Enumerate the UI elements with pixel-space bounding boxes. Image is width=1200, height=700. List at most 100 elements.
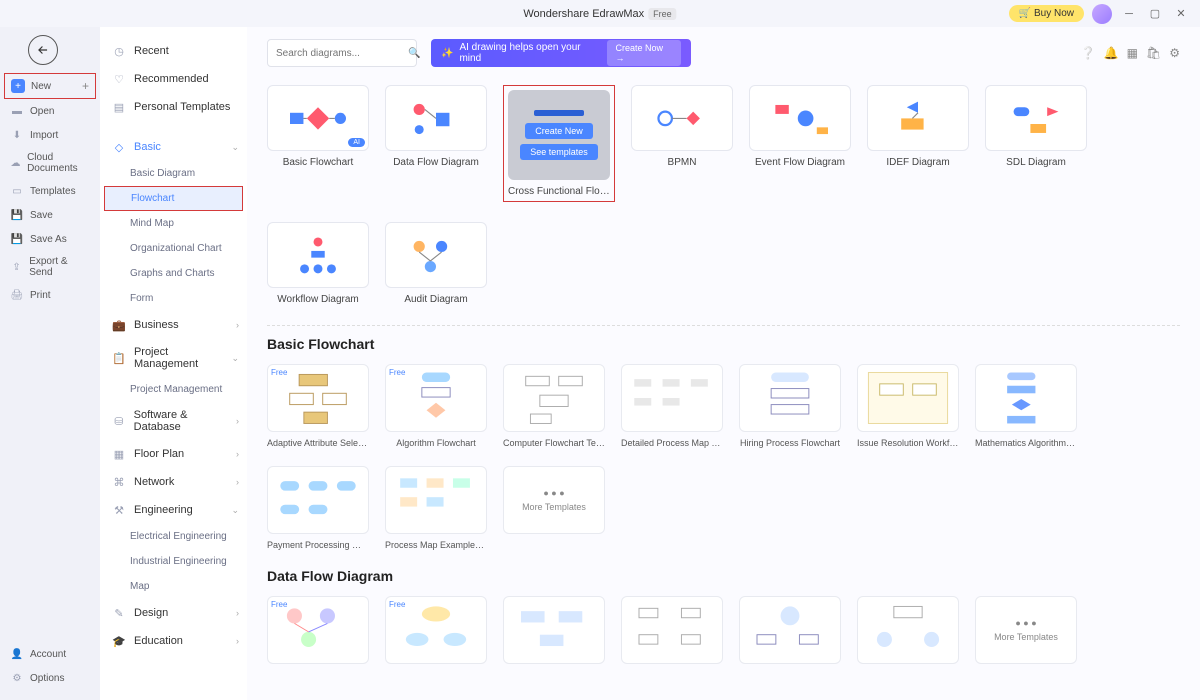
import-icon: ⬇ xyxy=(10,128,24,142)
settings-icon[interactable]: ⚙ xyxy=(1169,46,1180,60)
personal-templates-item[interactable]: ▤Personal Templates xyxy=(100,93,247,121)
floorplan-category[interactable]: ▦Floor Plan› xyxy=(100,440,247,468)
card-label: Basic Flowchart xyxy=(267,157,369,168)
recent-item[interactable]: ◷Recent xyxy=(100,37,247,65)
export-button[interactable]: ⇪Export & Send xyxy=(0,251,100,283)
basic-category[interactable]: ◇Basic⌄ xyxy=(100,133,247,161)
basic-flowchart-card[interactable]: AI Basic Flowchart xyxy=(267,85,369,202)
education-category[interactable]: 🎓Education› xyxy=(100,627,247,655)
workflow-card[interactable]: Workflow Diagram xyxy=(267,222,369,305)
import-button[interactable]: ⬇Import xyxy=(0,123,100,147)
personal-label: Personal Templates xyxy=(134,101,230,113)
template-card[interactable]: Issue Resolution Workflow ... xyxy=(857,364,959,448)
template-card[interactable] xyxy=(739,596,841,670)
basic-diagram-item[interactable]: Basic Diagram xyxy=(100,161,247,186)
sparkle-icon: ✨ xyxy=(441,48,453,59)
template-card[interactable]: Free xyxy=(267,596,369,670)
grid-icon[interactable]: ▦ xyxy=(1127,46,1138,60)
dots-icon: ● ● ● xyxy=(1015,618,1036,628)
like-icon: ♡ xyxy=(112,72,126,86)
minimize-button[interactable]: ─ xyxy=(1120,5,1138,23)
cross-functional-card[interactable]: Create New See templates Cross Functiona… xyxy=(503,85,615,202)
pm-sub-item[interactable]: Project Management xyxy=(100,377,247,402)
template-card[interactable]: Computer Flowchart Temp... xyxy=(503,364,605,448)
tpl-label: Computer Flowchart Temp... xyxy=(503,438,605,448)
create-new-button[interactable]: Create New xyxy=(525,123,593,139)
help-icon[interactable]: ❔ xyxy=(1081,46,1096,60)
template-card[interactable] xyxy=(857,596,959,670)
graphs-item[interactable]: Graphs and Charts xyxy=(100,261,247,286)
template-card[interactable]: Detailed Process Map Tem... xyxy=(621,364,723,448)
event-flow-card[interactable]: Event Flow Diagram xyxy=(749,85,851,202)
tpl-label: Process Map Examples Te... xyxy=(385,540,487,550)
template-card[interactable]: Payment Processing Workf... xyxy=(267,466,369,550)
buy-now-button[interactable]: 🛒 Buy Now xyxy=(1009,5,1084,22)
software-category[interactable]: ⛁Software & Database› xyxy=(100,402,247,440)
templates-icon: ▭ xyxy=(10,184,24,198)
cart-icon: 🛒 xyxy=(1019,8,1031,19)
search-box[interactable]: 🔍 xyxy=(267,39,417,67)
dfd-section-title: Data Flow Diagram xyxy=(267,568,1180,584)
idef-card[interactable]: IDEF Diagram xyxy=(867,85,969,202)
close-button[interactable]: ✕ xyxy=(1172,5,1190,23)
map-item[interactable]: Map xyxy=(100,574,247,599)
pm-category[interactable]: 📋Project Management⌄ xyxy=(100,339,247,377)
flowchart-item[interactable]: Flowchart xyxy=(104,186,243,211)
new-button[interactable]: + New + xyxy=(4,73,96,99)
template-card[interactable]: Process Map Examples Te... xyxy=(385,466,487,550)
open-button[interactable]: ▬Open xyxy=(0,99,100,123)
more-templates-card[interactable]: ● ● ●More Templates xyxy=(503,466,605,550)
maximize-button[interactable]: ▢ xyxy=(1146,5,1164,23)
dots-icon: ● ● ● xyxy=(543,488,564,498)
template-card[interactable]: Hiring Process Flowchart xyxy=(739,364,841,448)
chevron-down-icon: ⌄ xyxy=(231,142,239,153)
see-templates-button[interactable]: See templates xyxy=(520,144,598,160)
orgchart-item[interactable]: Organizational Chart xyxy=(100,236,247,261)
chevron-right-icon: › xyxy=(236,608,239,618)
template-card[interactable]: FreeAlgorithm Flowchart xyxy=(385,364,487,448)
design-category[interactable]: ✎Design› xyxy=(100,599,247,627)
audit-card[interactable]: Audit Diagram xyxy=(385,222,487,305)
engineering-category[interactable]: ⚒Engineering⌄ xyxy=(100,496,247,524)
industrial-item[interactable]: Industrial Engineering xyxy=(100,549,247,574)
eng-icon: ⚒ xyxy=(112,503,126,517)
cloud-documents-button[interactable]: ☁Cloud Documents xyxy=(0,147,100,179)
basic-flowchart-section-title: Basic Flowchart xyxy=(267,336,1180,352)
form-item[interactable]: Form xyxy=(100,286,247,311)
dfd-card[interactable]: Data Flow Diagram xyxy=(385,85,487,202)
saveas-button[interactable]: 💾Save As xyxy=(0,227,100,251)
template-card[interactable] xyxy=(503,596,605,670)
create-now-button[interactable]: Create Now → xyxy=(607,40,681,66)
template-card[interactable] xyxy=(621,596,723,670)
basket-icon[interactable]: 🛍 xyxy=(1146,46,1161,60)
more-templates-card[interactable]: ● ● ●More Templates xyxy=(975,596,1077,670)
back-button[interactable] xyxy=(28,35,58,65)
print-button[interactable]: 🖨Print xyxy=(0,283,100,307)
recommended-item[interactable]: ♡Recommended xyxy=(100,65,247,93)
search-input[interactable] xyxy=(276,48,408,59)
chevron-right-icon: › xyxy=(236,416,239,426)
net-label: Network xyxy=(134,476,174,488)
bell-icon[interactable]: 🔔 xyxy=(1104,46,1119,60)
save-button[interactable]: 💾Save xyxy=(0,203,100,227)
bpmn-card[interactable]: BPMN xyxy=(631,85,733,202)
sdl-card[interactable]: SDL Diagram xyxy=(985,85,1087,202)
template-card[interactable]: Free xyxy=(385,596,487,670)
business-category[interactable]: 💼Business› xyxy=(100,311,247,339)
floor-icon: ▦ xyxy=(112,447,126,461)
template-card[interactable]: Mathematics Algorithm Fl... xyxy=(975,364,1077,448)
templates-button[interactable]: ▭ Templates xyxy=(0,179,100,203)
avatar[interactable] xyxy=(1092,4,1112,24)
print-label: Print xyxy=(30,290,51,301)
mindmap-item[interactable]: Mind Map xyxy=(100,211,247,236)
free-badge: Free xyxy=(648,8,677,20)
template-card[interactable]: FreeAdaptive Attribute Selectio... xyxy=(267,364,369,448)
open-label: Open xyxy=(30,106,54,117)
card-label: SDL Diagram xyxy=(985,157,1087,168)
network-category[interactable]: ⌘Network› xyxy=(100,468,247,496)
templates-label: Templates xyxy=(30,186,76,197)
account-button[interactable]: 👤Account xyxy=(0,642,100,666)
options-button[interactable]: ⚙Options xyxy=(0,666,100,690)
ai-banner[interactable]: ✨ AI drawing helps open your mind Create… xyxy=(431,39,691,67)
electrical-item[interactable]: Electrical Engineering xyxy=(100,524,247,549)
